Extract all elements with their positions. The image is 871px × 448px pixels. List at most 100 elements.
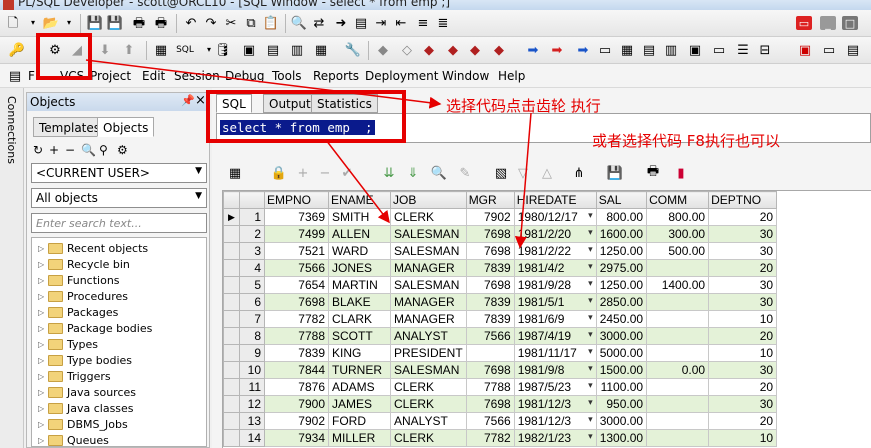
- export-icon[interactable]: ▧: [492, 164, 510, 182]
- row-number[interactable]: 3: [239, 242, 265, 260]
- cell-empno[interactable]: 7900: [264, 395, 329, 413]
- cell-hiredate[interactable]: 1981/12/3: [513, 412, 597, 430]
- comment-icon[interactable]: ≡: [414, 14, 432, 32]
- cell-deptno[interactable]: 30: [708, 242, 778, 260]
- tab-templates[interactable]: Templates: [33, 117, 107, 137]
- paste-icon[interactable]: 📋: [262, 14, 280, 32]
- cell-comm[interactable]: 300.00: [646, 225, 710, 243]
- row-indicator[interactable]: [223, 276, 240, 294]
- stop-icon[interactable]: ▣: [796, 41, 814, 59]
- close-window-icon[interactable]: ▭: [710, 41, 728, 59]
- table-row[interactable]: 137902FORDANALYST75661981/12/33000.00 20: [223, 412, 778, 430]
- row-number[interactable]: 6: [239, 293, 265, 311]
- cell-empno[interactable]: 7934: [264, 429, 329, 447]
- list-icon[interactable]: ☰: [734, 41, 752, 59]
- tab-objects[interactable]: Objects: [97, 117, 155, 137]
- object-icon[interactable]: ◆: [420, 41, 438, 59]
- sort-up-icon[interactable]: △: [538, 164, 556, 182]
- forward-icon[interactable]: ➡: [574, 41, 592, 59]
- cell-hiredate[interactable]: 1981/4/2: [513, 259, 597, 277]
- table-row[interactable]: ▶17369SMITHCLERK79021980/12/17800.00800.…: [223, 208, 778, 226]
- restore-icon[interactable]: ▤: [844, 41, 862, 59]
- cell-deptno[interactable]: 30: [708, 293, 778, 311]
- tree-item[interactable]: ▷ Types: [38, 336, 98, 352]
- menu-reports[interactable]: Reports: [313, 69, 359, 83]
- cell-deptno[interactable]: 30: [708, 395, 778, 413]
- cell-empno[interactable]: 7499: [264, 225, 329, 243]
- expand-icon[interactable]: ▷: [38, 388, 48, 397]
- cell-mgr[interactable]: 7698: [465, 225, 515, 243]
- column-header[interactable]: MGR: [465, 191, 515, 209]
- save-grid-icon[interactable]: 💾: [606, 164, 624, 182]
- cell-comm[interactable]: 1400.00: [646, 276, 710, 294]
- cell-sal[interactable]: 1500.00: [595, 361, 648, 379]
- new-sql-window-icon[interactable]: ▦: [152, 41, 170, 59]
- table-row[interactable]: 87788SCOTTANALYST75661987/4/193000.00 20: [223, 327, 778, 345]
- cell-job[interactable]: MANAGER: [390, 259, 467, 277]
- cell-empno[interactable]: 7566: [264, 259, 329, 277]
- cell-hiredate[interactable]: 1981/6/9: [513, 310, 597, 328]
- cascade-icon[interactable]: ▣: [686, 41, 704, 59]
- cell-empno[interactable]: 7876: [264, 378, 329, 396]
- column-header[interactable]: SAL: [595, 191, 648, 209]
- expand-icon[interactable]: ▷: [38, 324, 48, 333]
- menu-window[interactable]: Window: [442, 69, 489, 83]
- cell-sal[interactable]: 1250.00: [595, 276, 648, 294]
- cell-comm[interactable]: 800.00: [646, 208, 710, 226]
- cell-deptno[interactable]: 30: [708, 276, 778, 294]
- cell-deptno[interactable]: 30: [708, 361, 778, 379]
- run-to-icon[interactable]: ◆: [490, 41, 508, 59]
- cell-sal[interactable]: 1300.00: [595, 429, 648, 447]
- lock-icon[interactable]: 🔒: [270, 164, 288, 182]
- cell-mgr[interactable]: [465, 344, 515, 362]
- undo-icon[interactable]: ↶: [182, 14, 200, 32]
- cell-deptno[interactable]: 20: [708, 208, 778, 226]
- table-row[interactable]: 147934MILLERCLERK77821982/1/231300.00 10: [223, 429, 778, 447]
- expand-icon[interactable]: ▷: [38, 276, 48, 285]
- cell-ename[interactable]: FORD: [328, 412, 391, 430]
- grid-select-icon[interactable]: ▦: [226, 164, 244, 182]
- new-icon[interactable]: 🗋: [4, 14, 22, 32]
- table-row[interactable]: 97839KINGPRESIDENT 1981/11/175000.00 10: [223, 344, 778, 362]
- cell-job[interactable]: SALESMAN: [390, 361, 467, 379]
- cell-sal[interactable]: 3000.00: [595, 327, 648, 345]
- filter-options-icon[interactable]: ⚙: [117, 143, 128, 157]
- expand-icon[interactable]: ▷: [38, 292, 48, 301]
- cell-mgr[interactable]: 7788: [465, 378, 515, 396]
- cell-hiredate[interactable]: 1987/4/19: [513, 327, 597, 345]
- cell-ename[interactable]: ADAMS: [328, 378, 391, 396]
- menu-edit[interactable]: Edit: [142, 69, 165, 83]
- tree-item[interactable]: ▷ Java classes: [38, 400, 134, 416]
- open-icon[interactable]: 📂: [42, 14, 60, 32]
- query-builder-icon[interactable]: ▦: [312, 41, 330, 59]
- tree-item[interactable]: ▷ Recycle bin: [38, 256, 130, 272]
- insert-row-icon[interactable]: +: [294, 164, 312, 182]
- cell-comm[interactable]: [646, 412, 710, 430]
- pin-icon[interactable]: 📌: [181, 94, 195, 107]
- remove-icon[interactable]: −: [65, 143, 75, 157]
- cell-ename[interactable]: JAMES: [328, 395, 391, 413]
- menu-session[interactable]: Session: [174, 69, 220, 83]
- wrench-icon[interactable]: 🔧: [344, 41, 362, 59]
- grid-view-icon[interactable]: ▦: [618, 41, 636, 59]
- cell-empno[interactable]: 7369: [264, 208, 329, 226]
- row-indicator[interactable]: [223, 395, 240, 413]
- row-number[interactable]: 13: [239, 412, 265, 430]
- table-row[interactable]: 57654MARTINSALESMAN76981981/9/281250.001…: [223, 276, 778, 294]
- row-number[interactable]: 5: [239, 276, 265, 294]
- split-icon[interactable]: ⊟: [756, 41, 774, 59]
- cell-mgr[interactable]: 7839: [465, 293, 515, 311]
- menu-debug[interactable]: Debug: [225, 69, 264, 83]
- cell-mgr[interactable]: 7839: [465, 310, 515, 328]
- cell-mgr[interactable]: 7782: [465, 429, 515, 447]
- cell-ename[interactable]: KING: [328, 344, 391, 362]
- cell-empno[interactable]: 7654: [264, 276, 329, 294]
- cell-job[interactable]: PRESIDENT: [390, 344, 467, 362]
- table-row[interactable]: 37521WARDSALESMAN76981981/2/221250.00500…: [223, 242, 778, 260]
- print-grid-icon[interactable]: 🖶: [644, 164, 662, 182]
- cell-mgr[interactable]: 7902: [465, 208, 515, 226]
- cell-deptno[interactable]: 10: [708, 429, 778, 447]
- row-number[interactable]: 14: [239, 429, 265, 447]
- row-indicator[interactable]: [223, 344, 240, 362]
- cell-mgr[interactable]: 7566: [465, 412, 515, 430]
